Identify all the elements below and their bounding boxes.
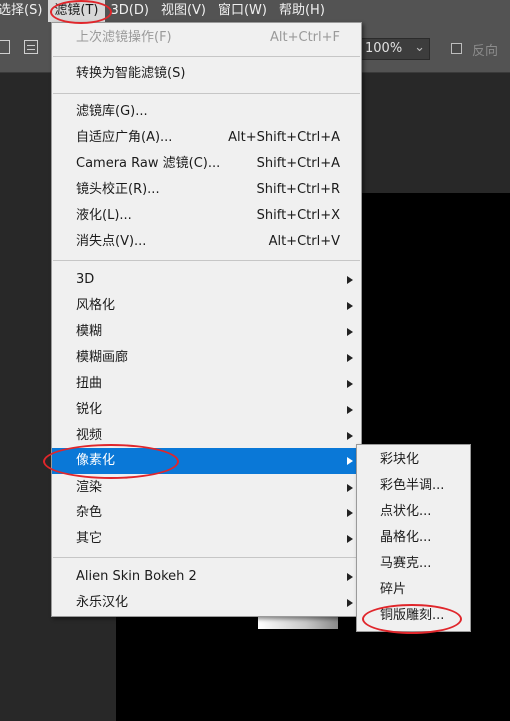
pixelate-submenu: 彩块化 彩色半调... 点状化... 晶格化... 马赛克... 碎片 铜版雕刻… xyxy=(356,444,471,632)
menu-item-shortcut: Shift+Ctrl+A xyxy=(256,156,340,171)
menu-item-convert-smart-filter[interactable]: 转换为智能滤镜(S) xyxy=(52,61,361,87)
submenu-arrow-icon xyxy=(347,535,353,543)
submenu-item-label: 马赛克... xyxy=(380,556,432,571)
submenu-item-label: 点状化... xyxy=(380,504,432,519)
submenu-item-label: 铜版雕刻... xyxy=(380,608,445,623)
menu-item-camera-raw[interactable]: Camera Raw 滤镜(C)... Shift+Ctrl+A xyxy=(52,151,361,177)
menu-item-label: 模糊画廊 xyxy=(76,350,129,365)
menu-item-label: 其它 xyxy=(76,531,103,546)
menu-item-vanishing-point[interactable]: 消失点(V)... Alt+Ctrl+V xyxy=(52,229,361,255)
submenu-arrow-icon xyxy=(347,484,353,492)
menu-item-label: 风格化 xyxy=(76,298,116,313)
zoom-select[interactable]: 100% ⌄ xyxy=(360,38,430,60)
submenu-item-color-halftone[interactable]: 彩色半调... xyxy=(357,473,470,499)
submenu-arrow-icon xyxy=(347,509,353,517)
submenu-arrow-icon xyxy=(347,276,353,284)
chevron-down-icon: ⌄ xyxy=(414,40,425,55)
menu-item-shortcut: Shift+Ctrl+X xyxy=(256,208,340,223)
menu-item-pixelate[interactable]: 像素化 xyxy=(52,448,361,474)
menu-item-yongle-localize[interactable]: 永乐汉化 xyxy=(52,590,361,616)
menu-item-label: 自适应广角(A)... xyxy=(76,130,173,145)
menu-item-label: 3D xyxy=(76,272,95,287)
submenu-arrow-icon xyxy=(347,380,353,388)
reverse-label: 反向 xyxy=(472,44,499,59)
menu-separator xyxy=(53,260,360,261)
menu-item-lens-correction[interactable]: 镜头校正(R)... Shift+Ctrl+R xyxy=(52,177,361,203)
menu-filter[interactable]: 滤镜(T) xyxy=(48,0,105,22)
zoom-value: 100% xyxy=(365,41,403,56)
submenu-arrow-icon xyxy=(347,354,353,362)
menu-item-other[interactable]: 其它 xyxy=(52,526,361,552)
menu-separator xyxy=(53,56,360,57)
menu-item-shortcut: Alt+Shift+Ctrl+A xyxy=(228,130,340,145)
menu-item-sharpen[interactable]: 锐化 xyxy=(52,397,361,423)
menu-item-shortcut: Shift+Ctrl+R xyxy=(256,182,341,197)
menu-item-adaptive-wide-angle[interactable]: 自适应广角(A)... Alt+Shift+Ctrl+A xyxy=(52,125,361,151)
menu-select[interactable]: 选择(S) xyxy=(0,0,48,22)
menu-item-label: 扭曲 xyxy=(76,376,103,391)
filter-menu: 上次滤镜操作(F) Alt+Ctrl+F 转换为智能滤镜(S) 滤镜库(G)..… xyxy=(51,22,362,617)
submenu-item-crystallize[interactable]: 晶格化... xyxy=(357,525,470,551)
menu-view[interactable]: 视图(V) xyxy=(155,0,212,22)
submenu-item-label: 彩块化 xyxy=(380,452,420,467)
menu-item-label: 转换为智能滤镜(S) xyxy=(76,66,186,81)
submenu-item-pointillize[interactable]: 点状化... xyxy=(357,499,470,525)
gradient-preview xyxy=(258,617,338,629)
submenu-item-facet[interactable]: 彩块化 xyxy=(357,447,470,473)
menu-item-label: 像素化 xyxy=(76,453,116,468)
menu-3d[interactable]: 3D(D) xyxy=(105,0,155,22)
submenu-arrow-icon xyxy=(347,432,353,440)
menu-item-label: 镜头校正(R)... xyxy=(76,182,160,197)
menu-separator xyxy=(53,93,360,94)
submenu-item-label: 晶格化... xyxy=(380,530,432,545)
menu-item-label: 模糊 xyxy=(76,324,103,339)
submenu-arrow-icon xyxy=(347,328,353,336)
menu-item-label: 液化(L)... xyxy=(76,208,132,223)
menu-item-blur-gallery[interactable]: 模糊画廊 xyxy=(52,345,361,371)
menu-item-label: Camera Raw 滤镜(C)... xyxy=(76,156,221,171)
menu-item-label: 永乐汉化 xyxy=(76,595,129,610)
menu-item-alien-skin-bokeh[interactable]: Alien Skin Bokeh 2 xyxy=(52,564,361,590)
submenu-item-label: 彩色半调... xyxy=(380,478,445,493)
menu-item-noise[interactable]: 杂色 xyxy=(52,500,361,526)
menu-item-blur[interactable]: 模糊 xyxy=(52,319,361,345)
menu-item-stylize[interactable]: 风格化 xyxy=(52,293,361,319)
menu-item-label: 杂色 xyxy=(76,505,103,520)
submenu-item-mosaic[interactable]: 马赛克... xyxy=(357,551,470,577)
menu-item-label: 视频 xyxy=(76,428,103,443)
menu-item-shortcut: Alt+Ctrl+F xyxy=(270,30,340,45)
submenu-item-label: 碎片 xyxy=(380,582,407,597)
align-icon[interactable] xyxy=(24,40,38,54)
menu-help[interactable]: 帮助(H) xyxy=(273,0,331,22)
square-icon[interactable] xyxy=(0,40,10,54)
menu-item-label: 锐化 xyxy=(76,402,103,417)
menu-item-3d[interactable]: 3D xyxy=(52,267,361,293)
menu-item-distort[interactable]: 扭曲 xyxy=(52,371,361,397)
menu-item-filter-gallery[interactable]: 滤镜库(G)... xyxy=(52,99,361,125)
menu-item-label: 上次滤镜操作(F) xyxy=(76,30,172,45)
menu-item-label: Alien Skin Bokeh 2 xyxy=(76,569,197,584)
menu-item-label: 渲染 xyxy=(76,480,103,495)
menu-item-label: 滤镜库(G)... xyxy=(76,104,148,119)
reverse-checkbox[interactable] xyxy=(451,43,462,54)
submenu-arrow-icon xyxy=(347,599,353,607)
submenu-arrow-icon xyxy=(347,457,353,465)
submenu-arrow-icon xyxy=(347,302,353,310)
submenu-item-fragment[interactable]: 碎片 xyxy=(357,577,470,603)
menu-item-video[interactable]: 视频 xyxy=(52,423,361,449)
submenu-arrow-icon xyxy=(347,573,353,581)
menu-window[interactable]: 窗口(W) xyxy=(212,0,273,22)
menu-bar: 选择(S) 滤镜(T) 3D(D) 视图(V) 窗口(W) 帮助(H) xyxy=(0,0,510,22)
menu-separator xyxy=(53,557,360,558)
menu-item-render[interactable]: 渲染 xyxy=(52,475,361,501)
menu-item-last-filter: 上次滤镜操作(F) Alt+Ctrl+F xyxy=(52,25,361,51)
menu-item-shortcut: Alt+Ctrl+V xyxy=(268,234,340,249)
menu-item-liquify[interactable]: 液化(L)... Shift+Ctrl+X xyxy=(52,203,361,229)
submenu-item-mezzotint[interactable]: 铜版雕刻... xyxy=(357,603,470,629)
menu-item-label: 消失点(V)... xyxy=(76,234,147,249)
submenu-arrow-icon xyxy=(347,406,353,414)
